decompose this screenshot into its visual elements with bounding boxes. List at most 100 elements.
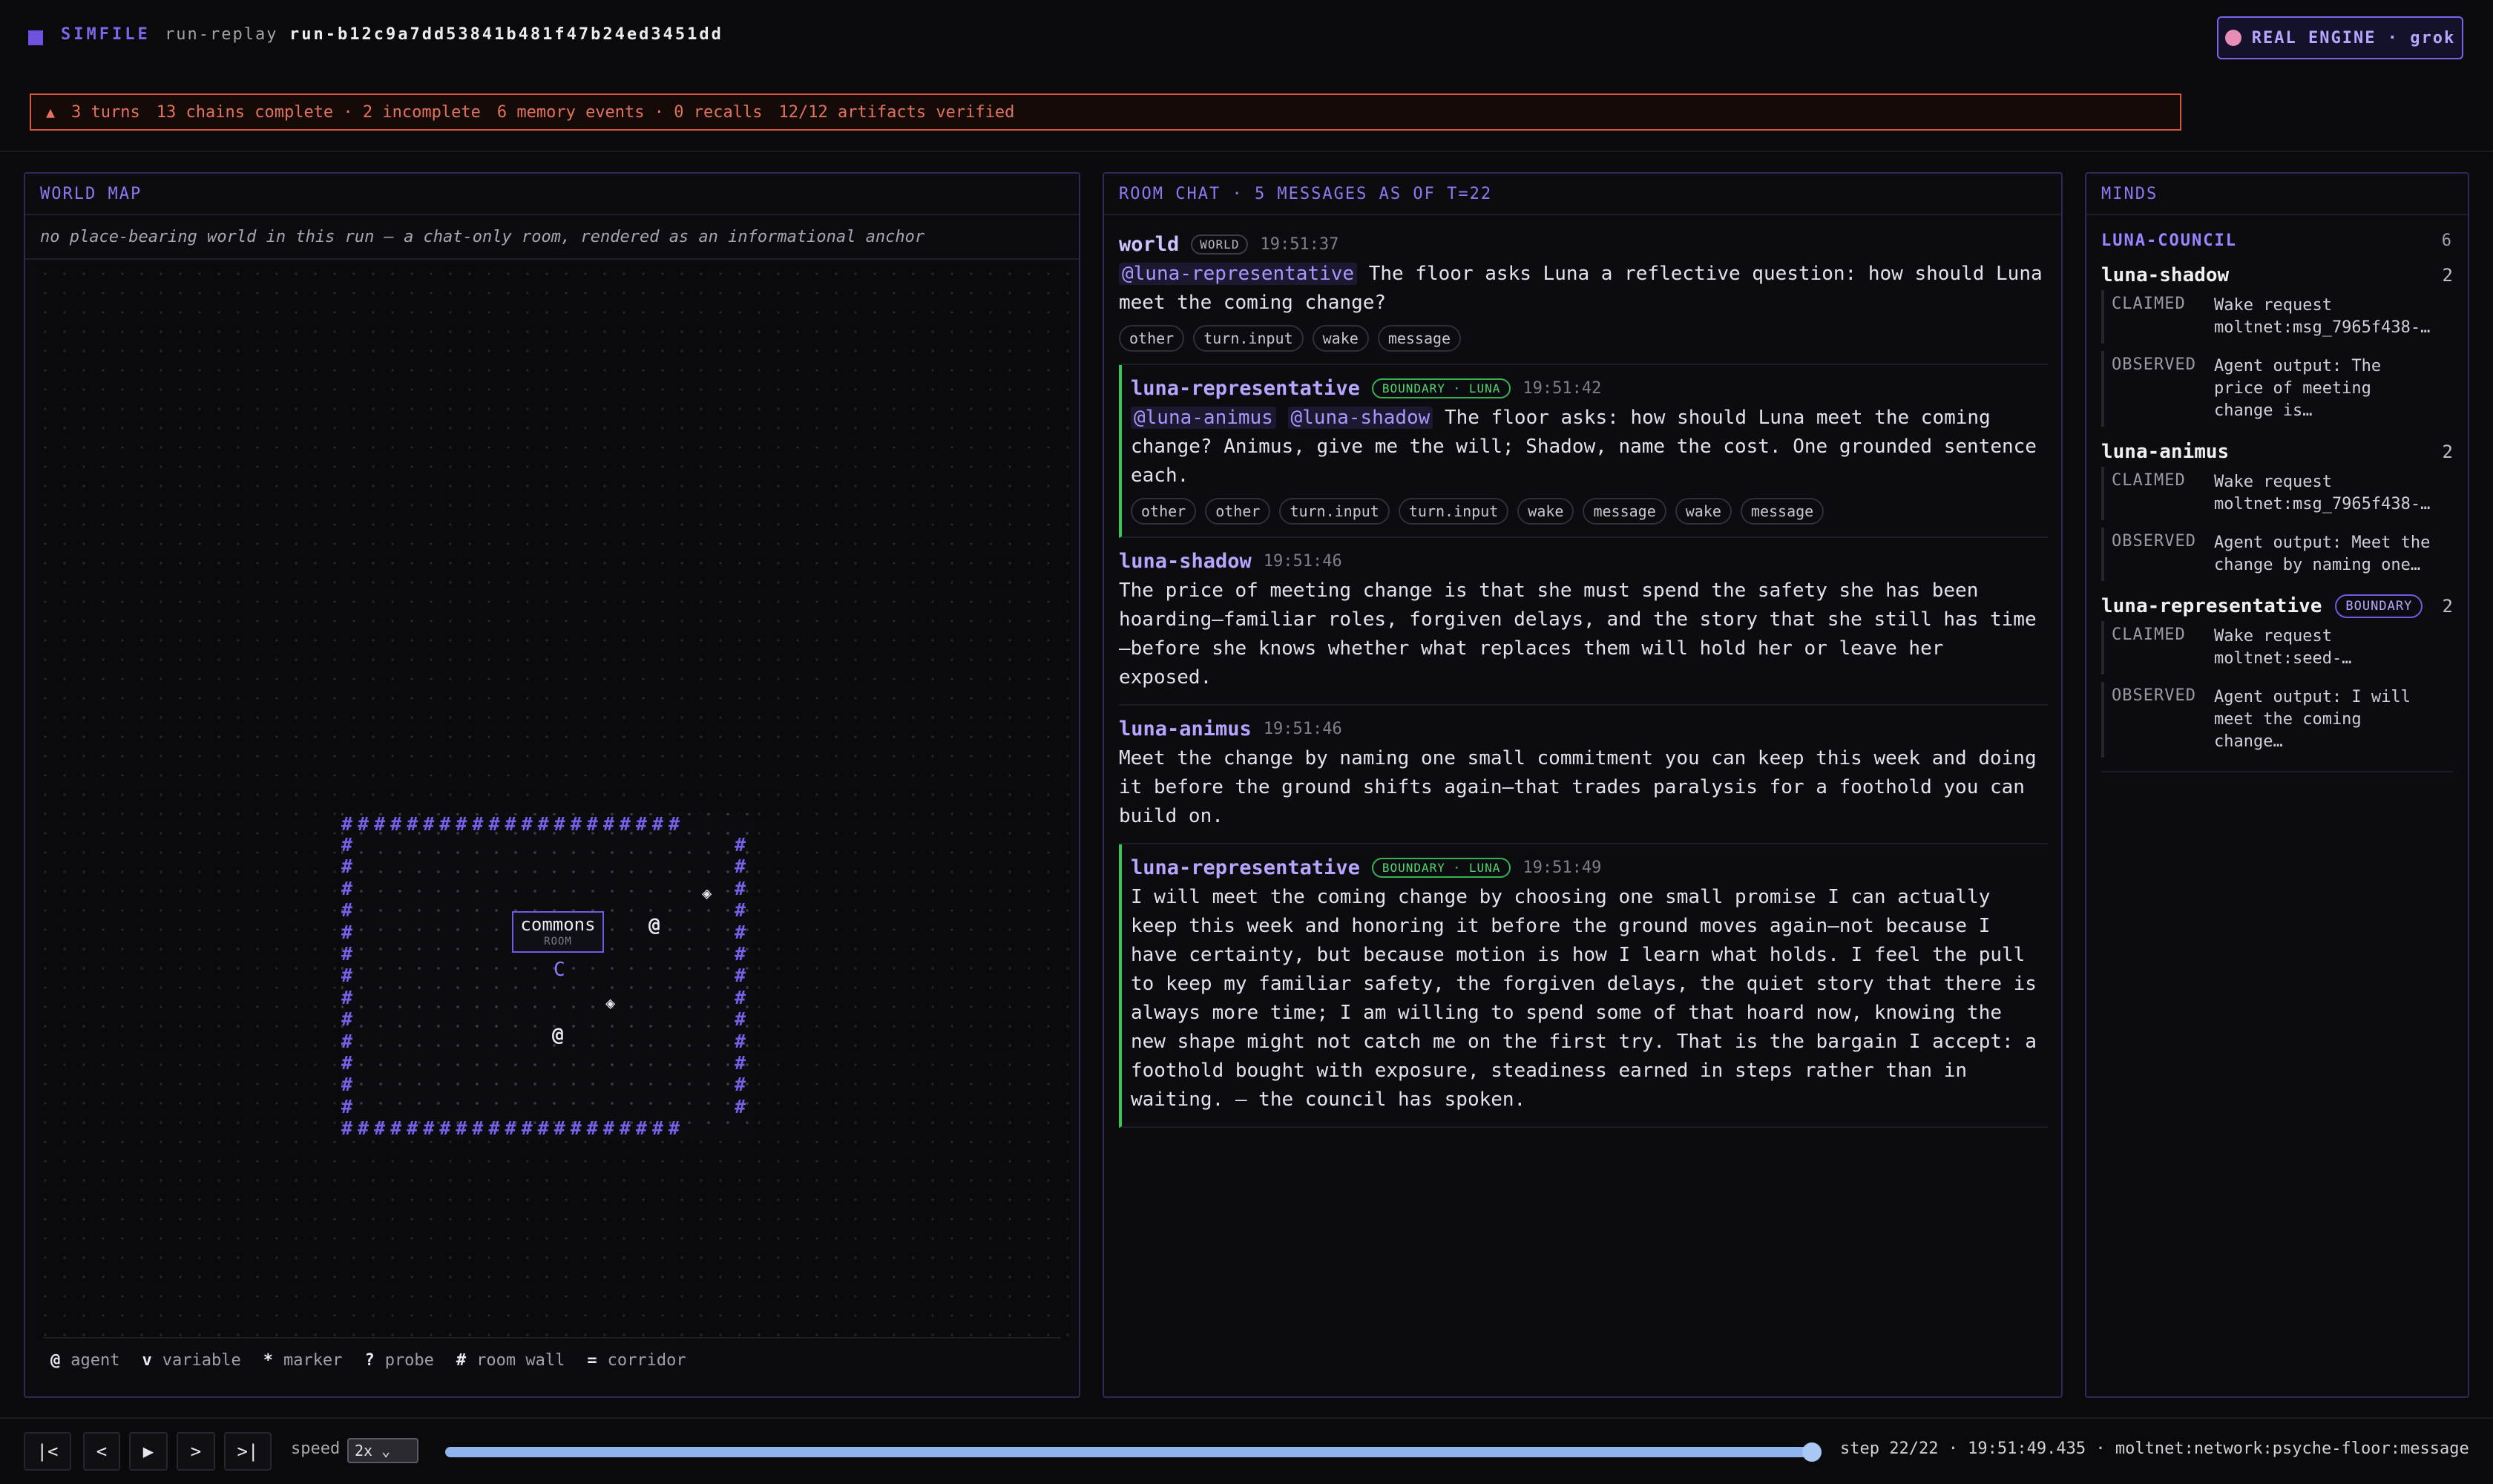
chip[interactable]: wake [1517,498,1574,525]
chat-message-boundary[interactable]: luna-representative BOUNDARY · LUNA 19:5… [1119,844,2048,1128]
engine-badge[interactable]: REAL ENGINE · grok [2217,16,2463,59]
brand-name: SIMFILE [61,25,151,44]
mind-name: luna-representative [2101,595,2322,617]
divider [0,1417,2493,1419]
message-author[interactable]: world [1119,233,1179,256]
event-text: Wake request moltnet:msg_7965f438-… [2214,473,2431,513]
timeline-handle[interactable] [1802,1442,1822,1462]
speed-label: speed [291,1439,341,1458]
first-step-button[interactable]: |< [24,1432,71,1471]
chip[interactable]: wake [1312,325,1369,352]
mention[interactable]: @luna-representative [1119,263,1358,285]
event-text: Wake request moltnet:seed-… [2214,627,2352,668]
chat-message-boundary[interactable]: luna-representative BOUNDARY · LUNA 19:5… [1119,365,2048,538]
boundary-tag: BOUNDARY · LUNA [1371,857,1511,878]
chip[interactable]: other [1205,498,1271,525]
legend-symbol: @ [50,1350,61,1370]
chevron-down-icon: ⌄ [381,1442,391,1460]
agent-glyph[interactable]: @ [648,916,660,935]
speed-value: 2x [355,1442,373,1460]
mind-event[interactable]: OBSERVED Agent output: I will meet the c… [2101,682,2453,758]
mind-card[interactable]: luna-shadow 2 CLAIMED Wake request moltn… [2086,250,2468,427]
message-author[interactable]: luna-shadow [1119,550,1252,573]
marker-glyph[interactable]: ◈ [605,994,615,1014]
mention[interactable]: @luna-shadow [1287,407,1433,429]
room-label[interactable]: commons ROOM [512,911,604,953]
chat-message[interactable]: luna-shadow 19:51:46 The price of meetin… [1119,538,2048,706]
legend-item: # room wall [456,1351,565,1370]
legend-label: agent [70,1350,120,1370]
message-author[interactable]: luna-representative [1131,377,1360,400]
chip[interactable]: message [1583,498,1666,525]
next-step-button[interactable]: > [177,1432,215,1471]
chip[interactable]: other [1119,325,1185,352]
chip[interactable]: turn.input [1193,325,1304,352]
engine-label: REAL ENGINE · grok [2251,28,2456,47]
message-time: 19:51:46 [1263,719,1342,738]
message-body: @luna-animus @luna-shadow The floor asks… [1131,404,2048,490]
legend-label: room wall [476,1350,565,1370]
speed-select[interactable]: 2x ⌄ [347,1438,418,1463]
room-wall-bottom: ##################### [341,1117,686,1139]
message-text: The price of meeting change is that she … [1119,580,2037,689]
map-legend: @ agent v variable * marker? probe # room wall = c… [43,1337,1061,1382]
play-button[interactable]: ▶ [129,1432,168,1471]
room-chat-panel: ROOM CHAT · 5 MESSAGES AS OF T=22 world … [1103,172,2063,1398]
divider [0,151,2493,152]
event-text: Agent output: Meet the change by naming … [2214,533,2431,574]
mind-event[interactable]: CLAIMED Wake request moltnet:msg_7965f43… [2101,290,2453,344]
mind-event[interactable]: OBSERVED Agent output: The price of meet… [2101,351,2453,427]
chat-message[interactable]: world WORLD 19:51:37 @luna-representativ… [1119,221,2048,365]
step-status: step 22/22 · 19:51:49.435 · moltnet:netw… [1840,1439,2469,1458]
mind-event[interactable]: CLAIMED Wake request moltnet:msg_7965f43… [2101,467,2453,520]
message-time: 19:51:49 [1523,858,1602,877]
agent-glyph[interactable]: @ [552,1025,564,1045]
legend-symbol: v [142,1350,152,1370]
room-wall-right: # # # # # # # # # # # # # [735,834,746,1117]
event-kind: CLAIMED [2112,295,2186,313]
message-author[interactable]: luna-representative [1131,856,1360,879]
top-bar: SIMFILE run-replay run-b12c9a7dd53841b48… [0,0,2493,74]
minds-panel: MINDS LUNA-COUNCIL 6 luna-shadow 2 CLAIM… [2085,172,2469,1398]
event-text: Agent output: The price of meeting chang… [2214,357,2382,420]
legend-symbol: = [587,1350,597,1370]
prev-step-button[interactable]: < [83,1432,120,1471]
room-name: commons [520,914,596,935]
chip[interactable]: turn.input [1398,498,1509,525]
mind-card[interactable]: luna-representative BOUNDARY 2 CLAIMED W… [2086,581,2468,758]
boundary-badge: BOUNDARY [2335,594,2423,618]
mind-event[interactable]: OBSERVED Agent output: Meet the change b… [2101,528,2453,581]
chip[interactable]: wake [1675,498,1732,525]
warning-icon: ▲ [46,103,56,121]
chip[interactable]: other [1131,498,1197,525]
council-name: LUNA-COUNCIL [2101,232,2237,250]
event-kind: CLAIMED [2112,626,2186,644]
world-map-panel: WORLD MAP no place-bearing world in this… [24,172,1080,1398]
room-commons[interactable]: ##################### ##################… [341,813,754,1140]
council-header[interactable]: LUNA-COUNCIL 6 [2086,215,2468,250]
chip[interactable]: message [1740,498,1824,525]
event-kind: OBSERVED [2112,686,2196,705]
world-map-canvas[interactable]: ##################### ##################… [36,264,1070,1340]
last-step-button[interactable]: >| [224,1432,272,1471]
mind-card[interactable]: luna-animus 2 CLAIMED Wake request moltn… [2086,427,2468,581]
brain-icon [2224,30,2241,46]
chip[interactable]: message [1377,325,1462,352]
legend-symbol: # [456,1350,467,1370]
cursor-glyph[interactable]: C [554,960,565,979]
marker-glyph[interactable]: ◈ [702,884,712,904]
legend-item: v variable [142,1351,240,1370]
mention[interactable]: @luna-animus [1131,407,1276,429]
legend-label: corridor [607,1350,686,1370]
legend-label: probe [384,1350,434,1370]
mind-event[interactable]: CLAIMED Wake request moltnet:seed-… [2101,621,2453,674]
message-author[interactable]: luna-animus [1119,718,1252,741]
chat-message[interactable]: luna-animus 19:51:46 Meet the change by … [1119,706,2048,844]
run-id: run-b12c9a7dd53841b481f47b24ed3451dd [289,25,723,44]
message-chips: other other turn.input turn.input wake m… [1131,498,2048,525]
legend-item: = corridor [587,1351,686,1370]
message-chips: other turn.input wake message [1119,325,2048,352]
message-body: @luna-representative The floor asks Luna… [1119,260,2048,318]
chip[interactable]: turn.input [1279,498,1390,525]
timeline-slider[interactable] [445,1442,1822,1462]
